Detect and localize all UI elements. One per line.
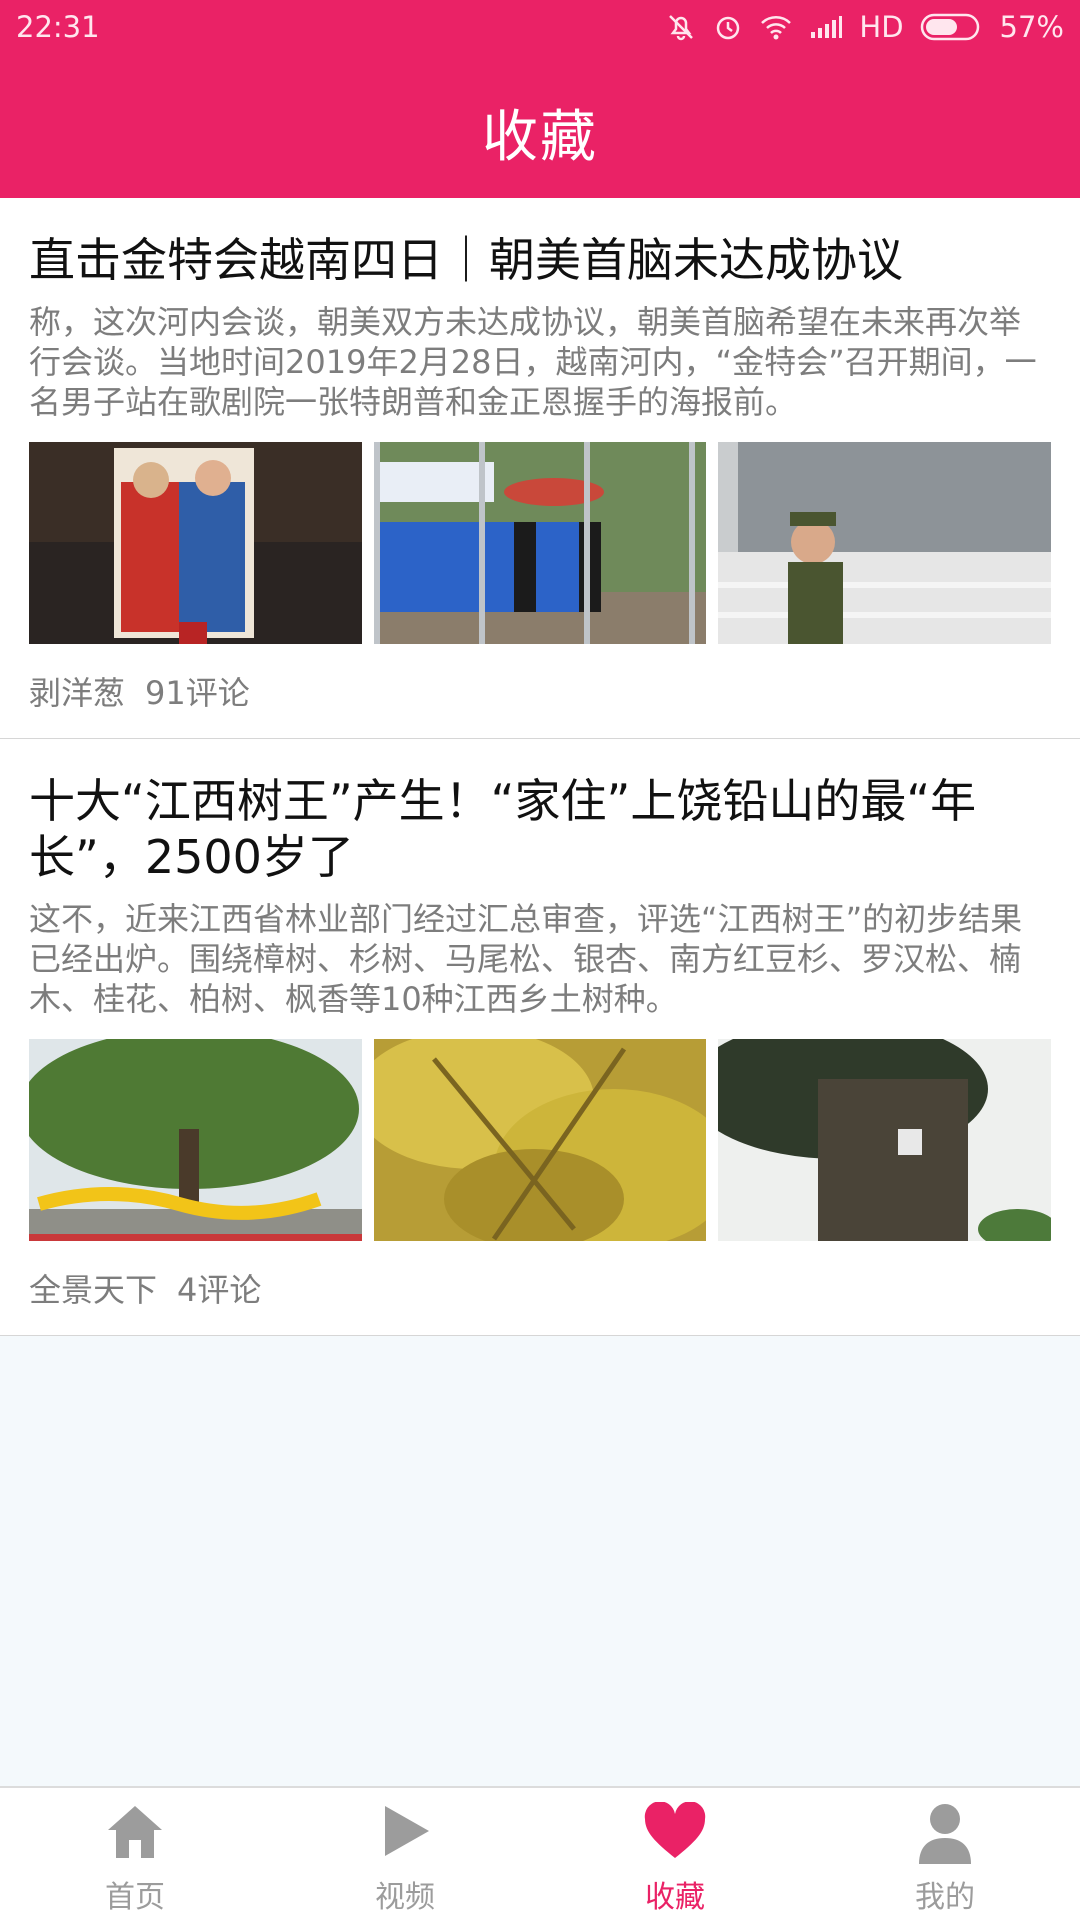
article-title: 十大“江西树王”产生！“家住”上饶铅山的最“年长”，2500岁了	[29, 774, 977, 884]
alarm-icon	[713, 12, 743, 42]
play-icon	[377, 1802, 433, 1864]
article-title: 直击金特会越南四日｜朝美首脑未达成协议	[29, 233, 903, 287]
status-bar: 22:31 HD 57%	[0, 0, 1080, 56]
battery-percent: 57%	[999, 10, 1064, 44]
article-thumbnail[interactable]	[373, 1039, 707, 1241]
battery-icon	[920, 12, 984, 42]
nav-label: 视频	[375, 1880, 435, 1915]
article-meta: 剥洋葱 91评论	[29, 644, 1051, 738]
top-bar: 22:31 HD 57% 收藏	[0, 0, 1080, 198]
nav-item-profile[interactable]: 我的	[810, 1788, 1080, 1920]
article-thumbnail[interactable]	[718, 442, 1052, 644]
bottom-nav: 首页 视频 收藏 我的	[0, 1786, 1080, 1920]
article-thumbnail[interactable]	[29, 442, 362, 644]
article-meta: 全景天下 4评论	[29, 1241, 1051, 1335]
nav-label: 我的	[915, 1880, 975, 1915]
favorites-list: 直击金特会越南四日｜朝美首脑未达成协议 称，这次河内会谈，朝美双方未达成协议，朝…	[0, 198, 1080, 1336]
article-thumbnail[interactable]	[718, 1039, 1052, 1241]
nav-item-video[interactable]: 视频	[270, 1788, 540, 1920]
article-source: 剥洋葱	[29, 674, 126, 712]
article-summary: 称，这次河内会谈，朝美双方未达成协议，朝美首脑希望在未来再次举行会谈。当地时间2…	[29, 303, 1037, 421]
wifi-icon	[759, 13, 793, 41]
user-icon	[917, 1802, 973, 1870]
status-icons: HD 57%	[665, 10, 1064, 44]
network-type: HD	[859, 10, 904, 44]
nav-label: 收藏	[645, 1880, 705, 1915]
article-thumbnail[interactable]	[373, 442, 707, 644]
nav-item-home[interactable]: 首页	[0, 1788, 270, 1920]
article-card[interactable]: 十大“江西树王”产生！“家住”上饶铅山的最“年长”，2500岁了 这不，近来江西…	[0, 739, 1080, 1336]
article-thumbnail[interactable]	[29, 1039, 362, 1241]
nav-item-favorites[interactable]: 收藏	[540, 1788, 810, 1920]
article-comments: 4评论	[177, 1271, 262, 1309]
nav-label: 首页	[105, 1880, 165, 1915]
signal-icon	[809, 14, 843, 40]
heart-icon	[643, 1801, 707, 1864]
article-summary: 这不，近来江西省林业部门经过汇总审查，评选“江西树王”的初步结果已经出炉。围绕樟…	[29, 900, 1023, 1018]
article-card[interactable]: 直击金特会越南四日｜朝美首脑未达成协议 称，这次河内会谈，朝美双方未达成协议，朝…	[0, 198, 1080, 739]
home-icon	[104, 1802, 166, 1864]
article-thumbnails	[29, 1039, 1052, 1241]
article-thumbnails	[29, 442, 1052, 644]
article-comments: 91评论	[145, 674, 250, 712]
page-title: 收藏	[482, 105, 598, 170]
status-time: 22:31	[16, 10, 100, 44]
mute-icon	[665, 11, 697, 43]
article-source: 全景天下	[29, 1271, 158, 1309]
